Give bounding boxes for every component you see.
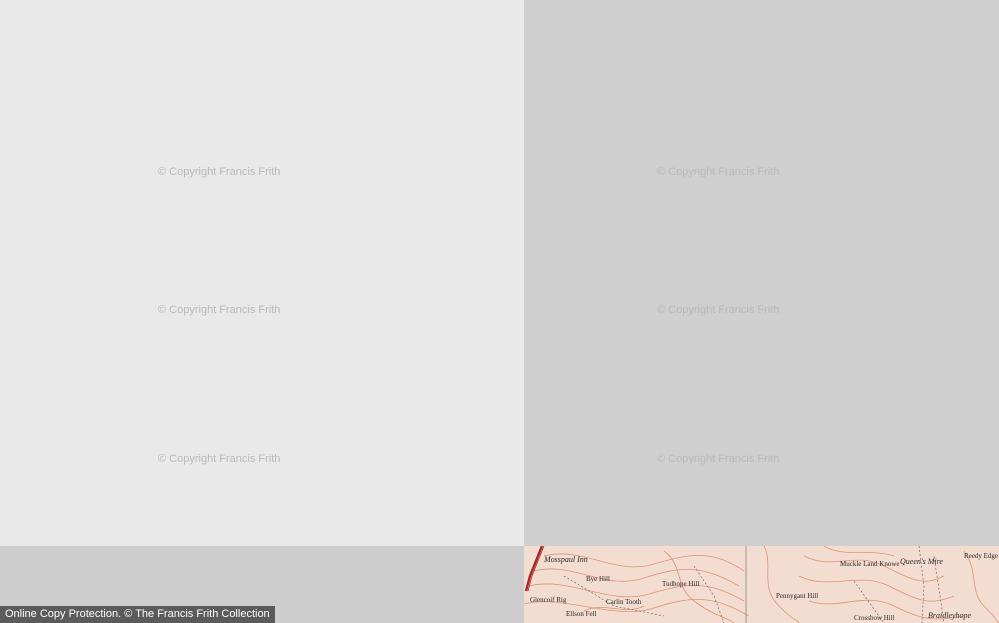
map-tile-right: © Copyright Francis Frith © Copyright Fr… bbox=[524, 0, 999, 546]
watermark: © Copyright Francis Frith bbox=[158, 453, 281, 465]
map-tile-left: © Copyright Francis Frith © Copyright Fr… bbox=[0, 0, 524, 546]
map-label: Bye Hill bbox=[586, 575, 610, 583]
map-label: Mosspaul Inn bbox=[543, 555, 588, 564]
map-label: Carlin Tooth bbox=[606, 598, 642, 606]
map-label: Queen's Mire bbox=[900, 557, 943, 566]
map-strip[interactable]: Mosspaul Inn Bye Hill Tudhope Hill Glenc… bbox=[524, 546, 999, 623]
map-label: Pennygant Hill bbox=[776, 592, 818, 600]
watermark: © Copyright Francis Frith bbox=[657, 453, 780, 465]
copy-protection-banner: Online Copy Protection. © The Francis Fr… bbox=[0, 606, 275, 623]
map-label: Tudhope Hill bbox=[662, 580, 699, 588]
map-label: Braidleyhope bbox=[928, 611, 972, 620]
watermark: © Copyright Francis Frith bbox=[158, 304, 281, 316]
map-label: Glencoif Rig bbox=[530, 596, 567, 604]
map-label: Muckle Land Knowe bbox=[840, 560, 899, 568]
watermark: © Copyright Francis Frith bbox=[657, 166, 780, 178]
watermark: © Copyright Francis Frith bbox=[158, 166, 281, 178]
map-label: Crossbow Hill bbox=[854, 614, 895, 622]
watermark: © Copyright Francis Frith bbox=[657, 304, 780, 316]
topographic-map: Mosspaul Inn Bye Hill Tudhope Hill Glenc… bbox=[524, 546, 999, 623]
map-label: Reedy Edge bbox=[964, 552, 998, 560]
map-label: Ellson Fell bbox=[566, 610, 597, 618]
